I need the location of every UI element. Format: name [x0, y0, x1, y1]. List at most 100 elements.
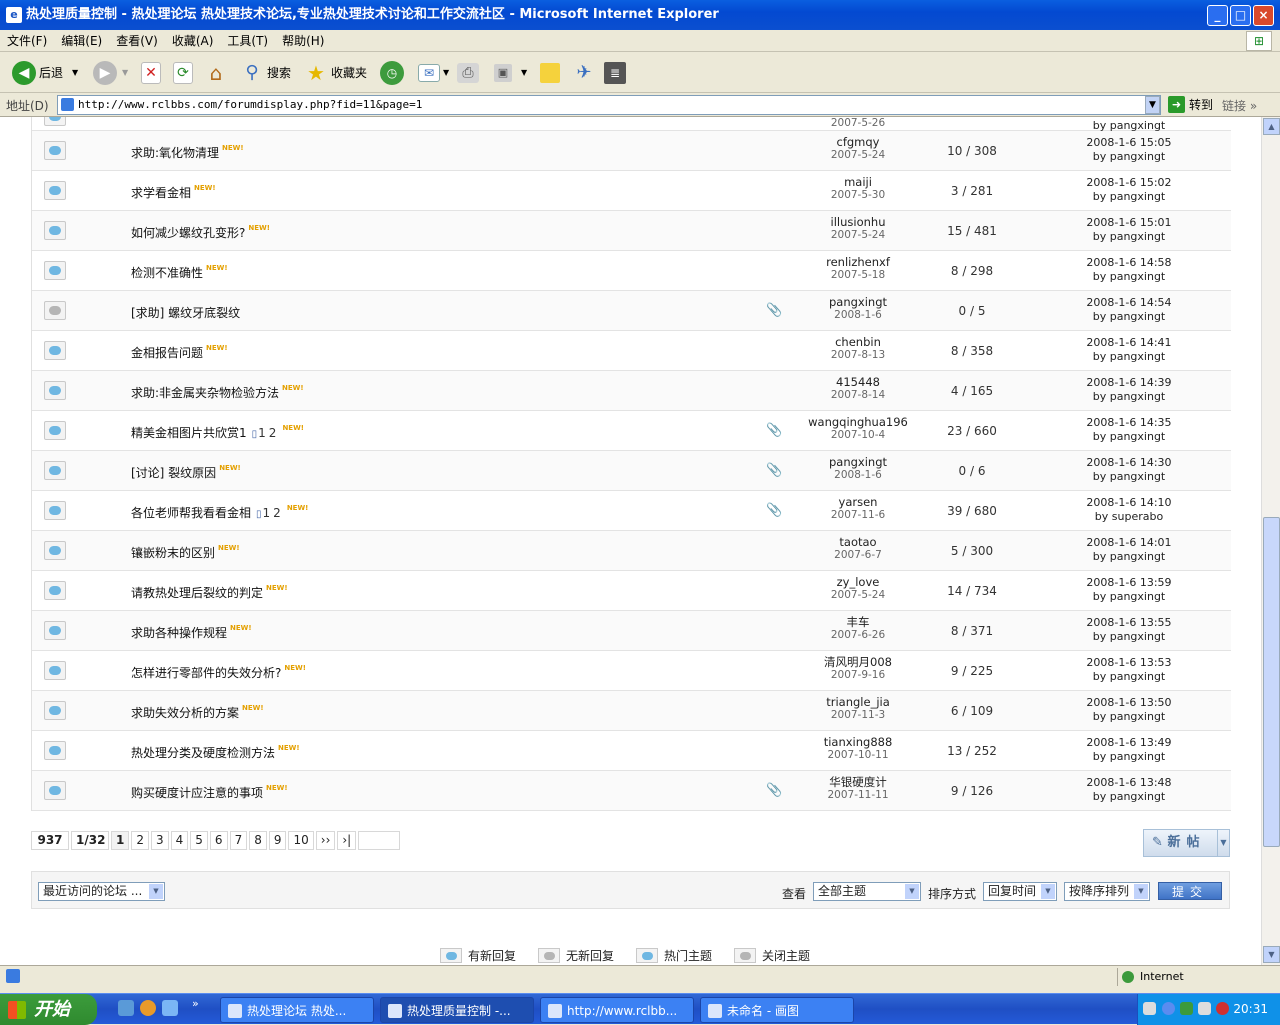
- last-post-time[interactable]: 2008-1-6 14:30: [1064, 456, 1194, 470]
- last-post-time[interactable]: 2008-1-6 14:35: [1064, 416, 1194, 430]
- menu-favorites[interactable]: 收藏(A): [165, 30, 221, 52]
- thread-title-link[interactable]: 各位老师帮我看看金相: [131, 506, 251, 520]
- thread-status-icon[interactable]: [44, 221, 66, 240]
- author-link[interactable]: zy_love: [794, 576, 922, 589]
- menu-tools[interactable]: 工具(T): [220, 30, 275, 52]
- taskbar-item[interactable]: 未命名 - 画图: [700, 997, 854, 1023]
- thread-status-icon[interactable]: [44, 341, 66, 360]
- page-link[interactable]: 8: [249, 831, 267, 850]
- start-button[interactable]: 开始: [0, 994, 97, 1025]
- author-link[interactable]: maiji: [794, 176, 922, 189]
- last-post-time[interactable]: 2008-1-6 15:02: [1064, 176, 1194, 190]
- home-button[interactable]: ⌂: [204, 59, 228, 87]
- author-link[interactable]: triangle_jia: [794, 696, 922, 709]
- thread-title-link[interactable]: 如何减少螺纹孔变形?: [131, 226, 245, 240]
- author-link[interactable]: taotao: [794, 536, 922, 549]
- last-post-time[interactable]: 2008-1-6 13:59: [1064, 576, 1194, 590]
- author-link[interactable]: tianxing888: [794, 736, 922, 749]
- last-post-by[interactable]: by pangxingt: [1064, 790, 1194, 804]
- thread-title-link[interactable]: 求助:氧化物清理: [131, 146, 219, 160]
- thread-status-icon[interactable]: [44, 501, 66, 520]
- mail-button[interactable]: ✉ ▼: [418, 59, 449, 87]
- author-link[interactable]: 丰车: [794, 616, 922, 629]
- messenger-button[interactable]: ✈: [572, 59, 596, 87]
- page-link[interactable]: 10: [288, 831, 314, 850]
- back-button[interactable]: ◀ 后退 ▼: [12, 59, 78, 87]
- last-post-by[interactable]: by pangxingt: [1064, 750, 1194, 764]
- menu-edit[interactable]: 编辑(E): [54, 30, 109, 52]
- last-post-time[interactable]: 2008-1-6 15:05: [1064, 136, 1194, 150]
- thread-page-link[interactable]: 1: [263, 506, 271, 520]
- last-post-by[interactable]: by pangxingt: [1064, 430, 1194, 444]
- author-link[interactable]: illusionhu: [794, 216, 922, 229]
- volume-icon[interactable]: [1198, 1002, 1211, 1015]
- thread-title-link[interactable]: [求助] 螺纹牙底裂纹: [131, 306, 240, 320]
- thread-status-icon[interactable]: [44, 141, 66, 160]
- last-post-time[interactable]: 2008-1-6 14:10: [1064, 496, 1194, 510]
- favorites-button[interactable]: ★ 收藏夹: [304, 59, 367, 87]
- last-post-by[interactable]: by pangxingt: [1064, 470, 1194, 484]
- thread-status-icon[interactable]: [44, 381, 66, 400]
- last-post-by[interactable]: by pangxingt: [1064, 270, 1194, 284]
- thread-status-icon[interactable]: [44, 701, 66, 720]
- last-post-time[interactable]: 2008-1-6 13:48: [1064, 776, 1194, 790]
- page-link[interactable]: 5: [190, 831, 208, 850]
- new-post-button[interactable]: ✎ 新帖 ▼: [1143, 829, 1230, 857]
- thread-title-link[interactable]: 求学看金相: [131, 186, 191, 200]
- page-jump-input[interactable]: [358, 831, 401, 850]
- next-page-link[interactable]: ››: [315, 831, 336, 850]
- chevron-down-icon[interactable]: ▼: [122, 59, 128, 87]
- close-button[interactable]: ×: [1253, 5, 1274, 26]
- last-post-time[interactable]: 2008-1-6 14:41: [1064, 336, 1194, 350]
- links-button[interactable]: 链接 »: [1222, 97, 1257, 114]
- last-post-time[interactable]: 2008-1-6 14:39: [1064, 376, 1194, 390]
- security-shield-icon[interactable]: [1216, 1002, 1229, 1015]
- tray-nav-icon[interactable]: [1162, 1002, 1175, 1015]
- history-button[interactable]: ◷: [380, 59, 404, 87]
- last-post-time[interactable]: 2008-1-6 13:53: [1064, 656, 1194, 670]
- thread-title-link[interactable]: 求助:非金属夹杂物检验方法: [131, 386, 279, 400]
- quicklaunch-chevron-icon[interactable]: »: [192, 997, 199, 1010]
- taskbar-item[interactable]: 热处理论坛 热处...: [220, 997, 374, 1023]
- search-button[interactable]: ⚲ 搜索: [240, 59, 291, 87]
- stop-button[interactable]: ✕: [141, 59, 161, 87]
- thread-status-icon[interactable]: [44, 301, 66, 320]
- last-post-by[interactable]: by pangxingt: [1064, 310, 1194, 324]
- address-dropdown-icon[interactable]: ▼: [1145, 96, 1160, 114]
- research-button[interactable]: ≣: [604, 59, 626, 87]
- show-desktop-icon[interactable]: [118, 1000, 134, 1016]
- page-link[interactable]: 3: [151, 831, 169, 850]
- page-link[interactable]: 7: [229, 831, 248, 850]
- last-post-by[interactable]: by pangxingt: [1064, 390, 1194, 404]
- last-post-by[interactable]: by pangxingt: [1064, 550, 1194, 564]
- taskbar-item[interactable]: http://www.rclbb...: [540, 997, 694, 1023]
- thread-status-icon[interactable]: [44, 661, 66, 680]
- keyboard-icon[interactable]: [1143, 1002, 1156, 1015]
- refresh-button[interactable]: ⟳: [173, 59, 193, 87]
- last-post-by[interactable]: by pangxingt: [1064, 670, 1194, 684]
- print-button[interactable]: ⎙: [457, 59, 479, 87]
- thread-status-icon[interactable]: [44, 581, 66, 600]
- last-post-by[interactable]: by pangxingt: [1064, 630, 1194, 644]
- author-link[interactable]: yarsen: [794, 496, 922, 509]
- scroll-up-icon[interactable]: ▲: [1263, 118, 1280, 135]
- thread-title-link[interactable]: 镶嵌粉末的区别: [131, 546, 215, 560]
- author-link[interactable]: chenbin: [794, 336, 922, 349]
- page-link[interactable]: 1: [111, 831, 130, 850]
- last-post-by[interactable]: by pangxingt: [1064, 230, 1194, 244]
- thread-status-icon[interactable]: [44, 741, 66, 760]
- chevron-down-icon[interactable]: ▼: [72, 59, 78, 87]
- author-link[interactable]: renlizhenxf: [794, 256, 922, 269]
- submit-button[interactable]: 提交: [1158, 882, 1222, 900]
- sort-select[interactable]: 回复时间 ▼: [983, 882, 1057, 901]
- last-post-by[interactable]: by pangxingt: [1064, 590, 1194, 604]
- edit-button[interactable]: ▣ ▼: [494, 59, 527, 87]
- thread-title-link[interactable]: 金相报告问题: [131, 346, 203, 360]
- author-link[interactable]: 415448: [794, 376, 922, 389]
- last-post-by[interactable]: by pangxingt: [1064, 350, 1194, 364]
- scroll-down-icon[interactable]: ▼: [1263, 946, 1280, 963]
- page-link[interactable]: 2: [131, 831, 149, 850]
- thread-title-link[interactable]: 热处理分类及硬度检测方法: [131, 746, 275, 760]
- thread-status-icon[interactable]: [44, 781, 66, 800]
- author-link[interactable]: pangxingt: [794, 296, 922, 309]
